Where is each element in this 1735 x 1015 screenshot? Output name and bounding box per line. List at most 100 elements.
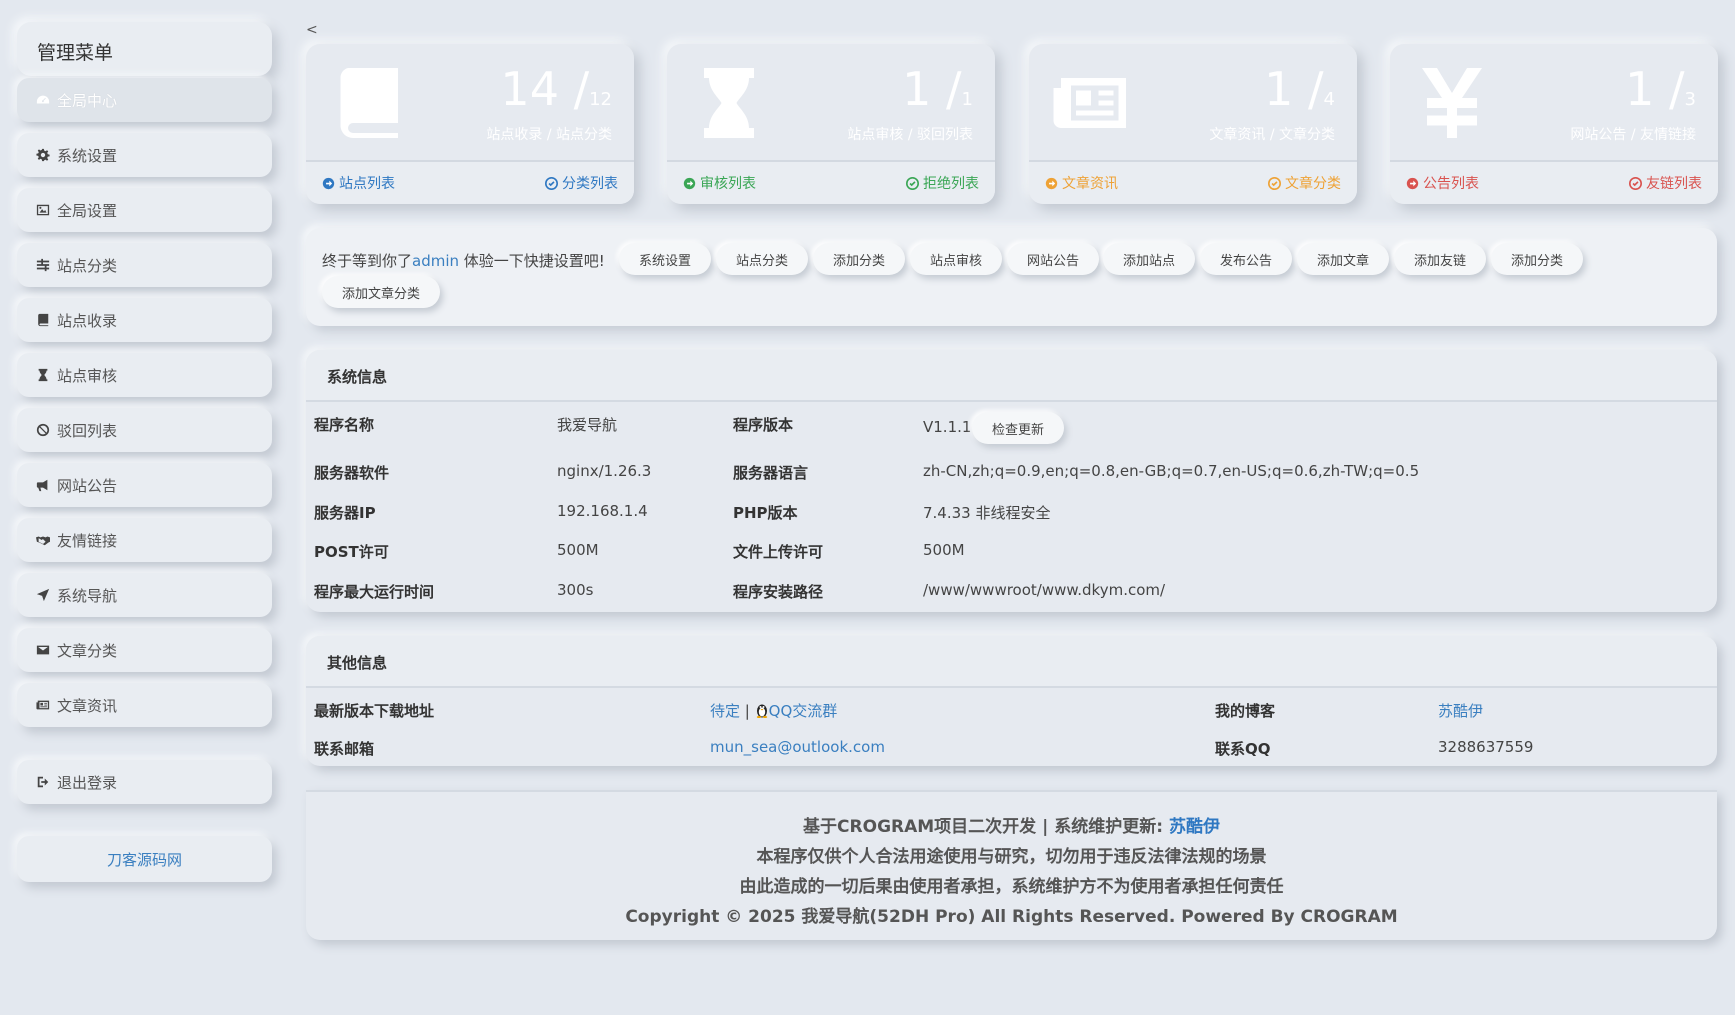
stat-caption: 网站公告 / 友情链接 <box>1570 124 1696 144</box>
info-value: zh-CN,zh;q=0.9,en;q=0.8,en-GB;q=0.7,en-U… <box>923 462 1419 480</box>
footer-line-3: 由此造成的一切后果由使用者承担，系统维护方不为使用者承担任何责任 <box>306 872 1717 897</box>
gear-icon <box>34 148 51 163</box>
email-label: 联系邮箱 <box>314 738 374 759</box>
card-right-link[interactable]: 友链列表 <box>1629 173 1702 193</box>
info-value: 500M <box>557 541 599 559</box>
qq-label: 联系QQ <box>1215 738 1271 759</box>
link-icon <box>906 177 919 190</box>
penguin-icon <box>755 702 769 718</box>
quick-button[interactable]: 添加站点 <box>1103 243 1195 275</box>
quick-button[interactable]: 添加文章分类 <box>322 276 440 308</box>
quick-button[interactable]: 网站公告 <box>1007 243 1099 275</box>
quick-button[interactable]: 添加文章 <box>1297 243 1389 275</box>
stat-card: 14 /12站点收录 / 站点分类站点列表分类列表 <box>306 44 634 204</box>
qq-group-link[interactable]: QQ交流群 <box>769 702 838 720</box>
sidebar-item-5[interactable]: 站点审核 <box>17 353 272 397</box>
info-label: 程序版本 <box>733 414 793 435</box>
handshake-icon <box>34 533 51 548</box>
info-label: 服务器IP <box>314 502 376 523</box>
info-value: 300s <box>557 581 593 599</box>
envelope-icon <box>34 643 51 658</box>
maintainer-link[interactable]: 苏酷伊 <box>1169 817 1220 837</box>
sidebar-item-11[interactable]: 文章资讯 <box>17 683 272 727</box>
sidebar-item-label: 系统设置 <box>57 145 117 166</box>
sidebar-item-label: 系统导航 <box>57 585 117 606</box>
sidebar-item-6[interactable]: 驳回列表 <box>17 408 272 452</box>
ban-icon <box>34 423 51 438</box>
stat-count: 1 /4 <box>1264 62 1335 116</box>
sidebar-item-3[interactable]: 站点分类 <box>17 243 272 287</box>
sidebar-item-label: 站点审核 <box>57 365 117 386</box>
info-label: 服务器软件 <box>314 462 389 483</box>
quick-button[interactable]: 添加友链 <box>1394 243 1486 275</box>
email-link[interactable]: mun_sea@outlook.com <box>710 738 885 756</box>
info-label: PHP版本 <box>733 502 798 523</box>
info-label: POST许可 <box>314 541 389 562</box>
welcome-text: 终于等到你了admin 体验一下快捷设置吧! <box>322 250 605 271</box>
download-pending-link[interactable]: 待定 <box>710 702 740 720</box>
info-value: 7.4.33 非线程安全 <box>923 502 1050 523</box>
quick-button[interactable]: 添加分类 <box>813 243 905 275</box>
sign-out-icon <box>34 775 51 790</box>
blog-link[interactable]: 苏酷伊 <box>1438 702 1483 720</box>
book-icon <box>34 313 51 328</box>
card-left-link[interactable]: 站点列表 <box>322 173 395 193</box>
sidebar-item-1[interactable]: 系统设置 <box>17 133 272 177</box>
sidebar: 管理菜单 <box>17 22 272 76</box>
card-right-link[interactable]: 分类列表 <box>545 173 618 193</box>
card-right-link[interactable]: 拒绝列表 <box>906 173 979 193</box>
info-value: /www/wwwroot/www.dkym.com/ <box>923 581 1165 599</box>
card-left-link[interactable]: 文章资讯 <box>1045 173 1118 193</box>
sidebar-item-label: 驳回列表 <box>57 420 117 441</box>
quick-button[interactable]: 添加分类 <box>1491 243 1583 275</box>
quick-button[interactable]: 发布公告 <box>1200 243 1292 275</box>
qq-value: 3288637559 <box>1438 738 1533 756</box>
circle-arrow-icon <box>1406 177 1419 190</box>
link-icon <box>1629 177 1642 190</box>
hourglass-icon <box>34 368 51 383</box>
link-icon <box>545 177 558 190</box>
system-info-title: 系统信息 <box>306 350 1717 402</box>
check-update-button[interactable]: 检查更新 <box>972 412 1064 444</box>
logout-button[interactable]: 退出登录 <box>17 760 272 804</box>
collapse-toggle[interactable]: < <box>306 22 318 38</box>
sidebar-item-10[interactable]: 文章分类 <box>17 628 272 672</box>
info-label: 服务器语言 <box>733 462 808 483</box>
other-info-title: 其他信息 <box>306 636 1717 688</box>
sidebar-item-label: 友情链接 <box>57 530 117 551</box>
sidebar-item-8[interactable]: 友情链接 <box>17 518 272 562</box>
quick-button[interactable]: 站点审核 <box>910 243 1002 275</box>
circle-arrow-icon <box>683 177 696 190</box>
footer-line-2: 本程序仅供个人合法用途使用与研究，切勿用于违反法律法规的场景 <box>306 842 1717 867</box>
newspaper-icon <box>1051 60 1131 146</box>
location-arrow-icon <box>34 588 51 603</box>
dashboard-icon <box>34 93 51 108</box>
info-label: 文件上传许可 <box>733 541 823 562</box>
admin-user-link[interactable]: admin <box>412 252 459 270</box>
newspaper-icon <box>34 698 51 713</box>
sidebar-item-label: 全局中心 <box>57 90 117 111</box>
sidebar-title: 管理菜单 <box>17 22 272 76</box>
card-left-link[interactable]: 审核列表 <box>683 173 756 193</box>
info-value: V1.1.1 <box>923 418 971 436</box>
quick-button[interactable]: 系统设置 <box>619 243 711 275</box>
stat-caption: 站点审核 / 驳回列表 <box>847 124 973 144</box>
stat-card: 1 /4文章资讯 / 文章分类文章资讯文章分类 <box>1029 44 1357 204</box>
page-footer: 基于CROGRAM项目二次开发 | 系统维护更新: 苏酷伊 本程序仅供个人合法用… <box>306 790 1717 940</box>
download-value: 待定 | QQ交流群 <box>710 700 837 721</box>
system-info-panel: 系统信息 程序名称我爱导航程序版本V1.1.1服务器软件nginx/1.26.3… <box>306 350 1717 612</box>
info-value: 192.168.1.4 <box>557 502 648 520</box>
quick-button[interactable]: 站点分类 <box>716 243 808 275</box>
sidebar-item-9[interactable]: 系统导航 <box>17 573 272 617</box>
card-right-link[interactable]: 文章分类 <box>1268 173 1341 193</box>
sidebar-item-4[interactable]: 站点收录 <box>17 298 272 342</box>
card-left-link[interactable]: 公告列表 <box>1406 173 1479 193</box>
info-value: nginx/1.26.3 <box>557 462 651 480</box>
sidebar-item-2[interactable]: 全局设置 <box>17 188 272 232</box>
hourglass-icon <box>689 60 769 146</box>
sidebar-item-0[interactable]: 全局中心 <box>17 78 272 122</box>
sidebar-item-7[interactable]: 网站公告 <box>17 463 272 507</box>
info-label: 程序最大运行时间 <box>314 581 434 602</box>
sidebar-item-label: 文章分类 <box>57 640 117 661</box>
source-site-link[interactable]: 刀客源码网 <box>17 836 272 882</box>
